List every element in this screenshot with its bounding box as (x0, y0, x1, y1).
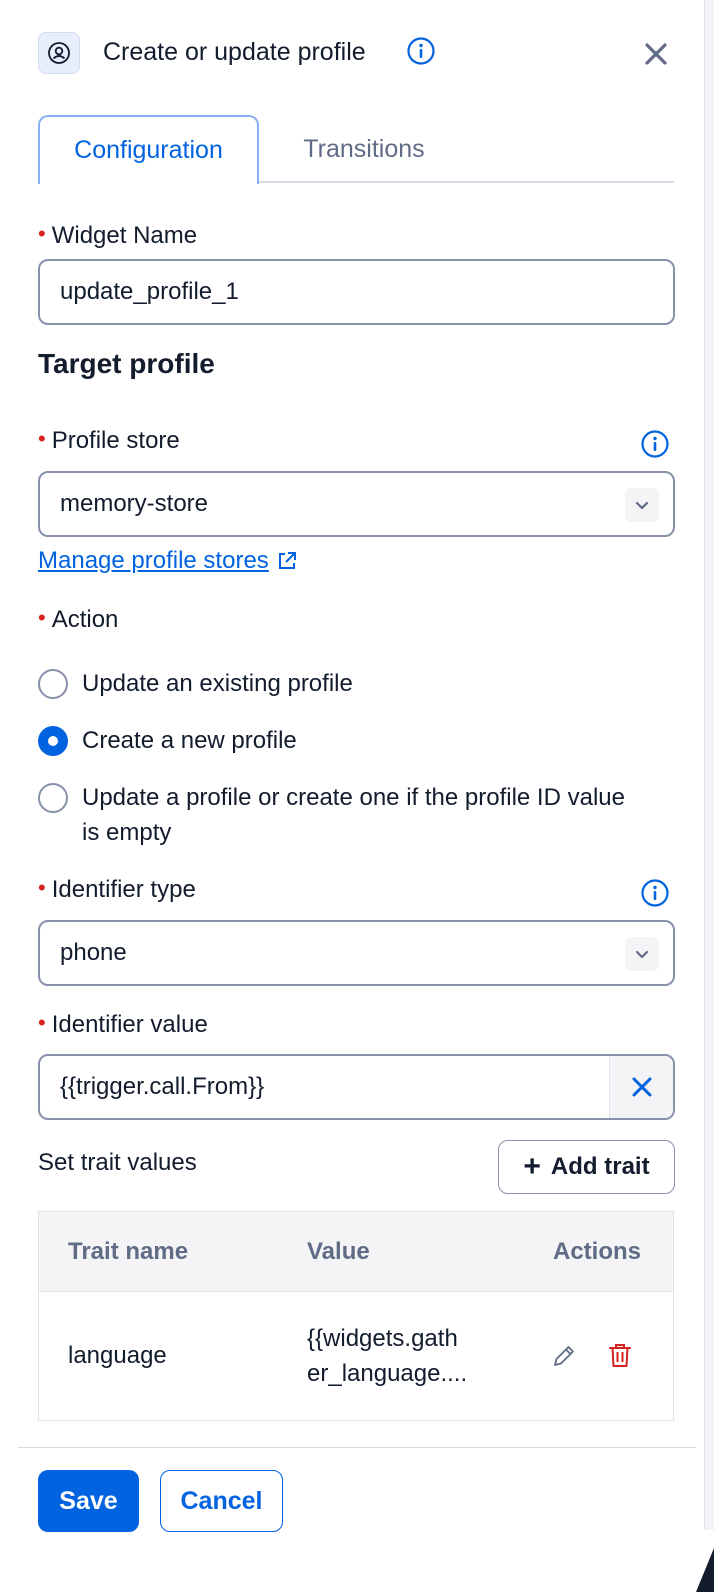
page-title: Create or update profile (103, 38, 366, 66)
column-header-value: Value (307, 1238, 370, 1265)
profile-icon (38, 32, 80, 74)
tab-configuration[interactable]: Configuration (38, 115, 259, 184)
identifier-type-select[interactable]: phone (38, 920, 675, 986)
radio-update-or-create[interactable]: Update a profile or create one if the pr… (38, 783, 642, 850)
required-indicator: • (38, 875, 46, 900)
close-icon[interactable] (640, 38, 672, 70)
plus-icon: + (523, 1150, 541, 1183)
manage-profile-stores-link[interactable]: Manage profile stores (38, 547, 299, 575)
footer-divider (18, 1447, 696, 1448)
radio-create-new[interactable]: Create a new profile (38, 726, 642, 758)
identifier-value-input[interactable]: {{trigger.call.From}} (38, 1054, 675, 1120)
table-header: Trait name Value Actions (39, 1212, 673, 1292)
chevron-down-icon (625, 488, 659, 522)
add-trait-button[interactable]: + Add trait (498, 1140, 675, 1194)
required-indicator: • (38, 221, 46, 246)
target-profile-heading: Target profile (38, 348, 215, 379)
cancel-button[interactable]: Cancel (160, 1470, 283, 1532)
action-label: • Action (38, 605, 119, 633)
clear-button[interactable] (609, 1056, 673, 1118)
identifier-type-label: • Identifier type (38, 875, 196, 903)
identifier-type-info-icon[interactable] (640, 878, 670, 908)
window-corner (696, 1548, 714, 1592)
tab-list: Configuration Transitions (38, 115, 674, 184)
column-header-trait-name: Trait name (68, 1238, 189, 1265)
widget-config-panel: Create or update profile Configuration T… (0, 0, 714, 1592)
required-indicator: • (38, 605, 46, 630)
trash-icon[interactable] (605, 1340, 635, 1370)
required-indicator: • (38, 1010, 46, 1035)
info-icon[interactable] (406, 36, 436, 66)
clear-icon (632, 1077, 651, 1097)
column-header-actions: Actions (553, 1238, 642, 1265)
identifier-value-label: • Identifier value (38, 1010, 208, 1038)
trait-value-line-1: {{widgets.gath (307, 1325, 458, 1352)
widget-name-label: • Widget Name (38, 221, 198, 249)
radio-button[interactable] (38, 783, 68, 813)
widget-name-input[interactable]: update_profile_1 (38, 259, 675, 325)
profile-store-info-icon[interactable] (640, 429, 670, 459)
radio-update-existing[interactable]: Update an existing profile (38, 669, 642, 701)
tab-transitions[interactable]: Transitions (259, 115, 469, 183)
traits-table: Trait name Value Actions language {{widg… (38, 1211, 674, 1421)
trait-value-line-2: er_language.... (307, 1360, 468, 1387)
profile-store-select[interactable]: memory-store (38, 471, 675, 537)
trait-name-cell: language (68, 1342, 167, 1369)
profile-store-label: • Profile store (38, 426, 180, 454)
external-link-icon (278, 552, 296, 569)
radio-button-checked[interactable] (38, 726, 68, 756)
scrollbar[interactable] (704, 0, 714, 1530)
save-button[interactable]: Save (38, 1470, 139, 1532)
trait-values-label: Set trait values (38, 1149, 197, 1176)
edit-icon[interactable] (549, 1341, 579, 1371)
radio-button[interactable] (38, 669, 68, 699)
required-indicator: • (38, 426, 46, 451)
chevron-down-icon (625, 937, 659, 971)
